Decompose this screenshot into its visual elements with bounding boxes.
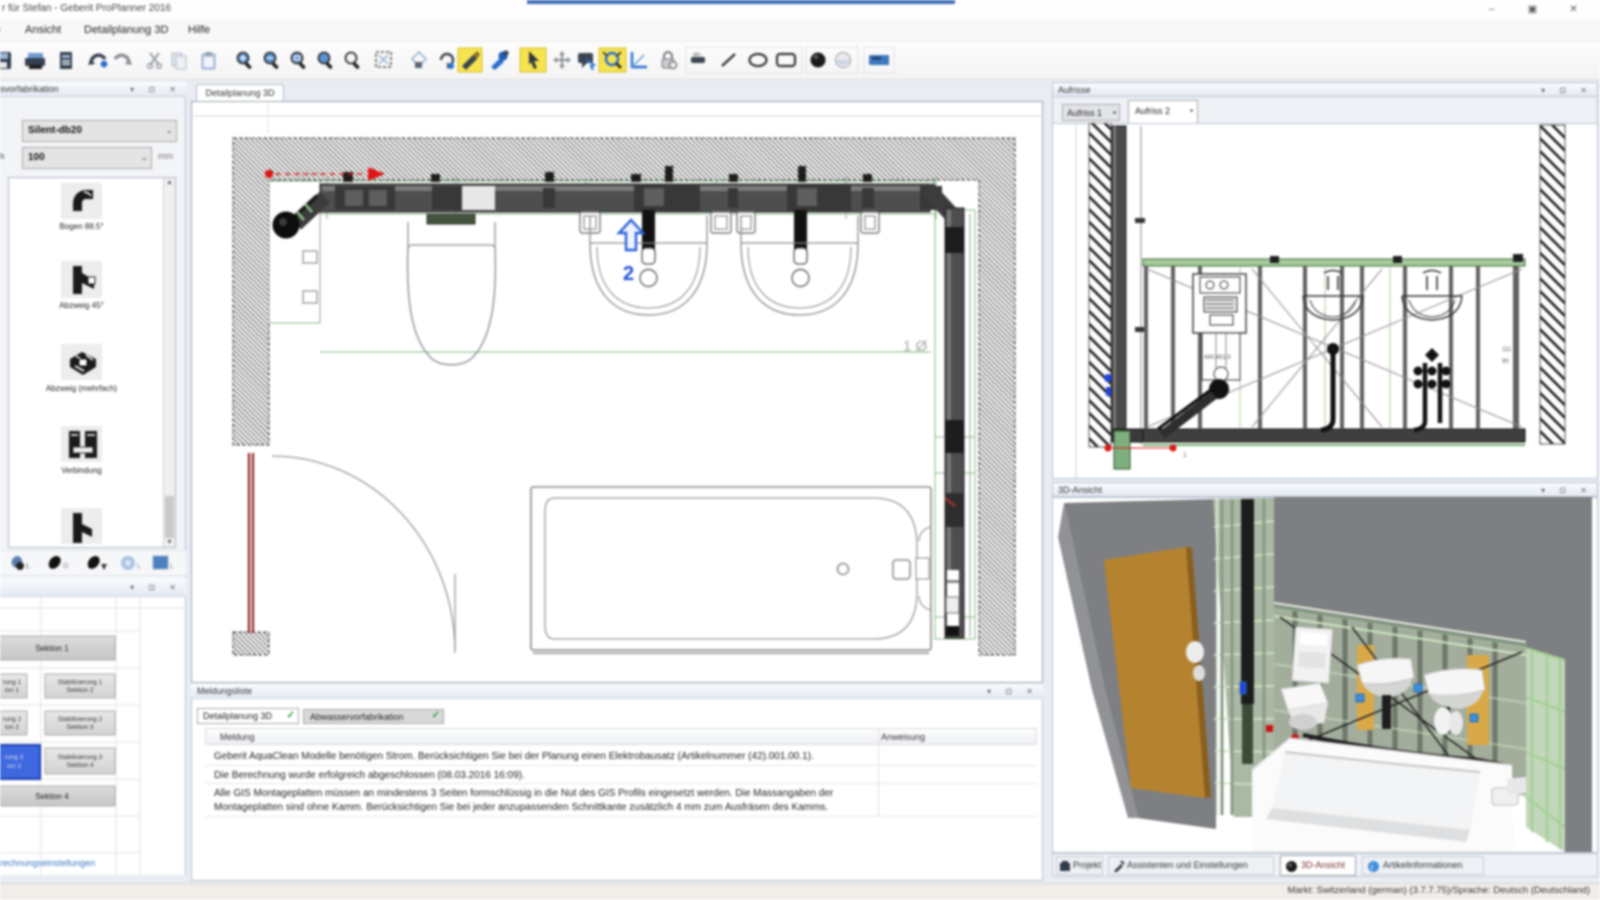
svg-text:ion 2: ion 2 — [5, 724, 19, 731]
svg-text:rung 1: rung 1 — [3, 679, 22, 686]
svg-text:Stabilisierung 2: Stabilisierung 2 — [58, 716, 103, 723]
svg-text:Sektion 4: Sektion 4 — [66, 762, 93, 769]
svg-text:ion 3: ion 3 — [7, 763, 21, 770]
svg-text:Sektion 2: Sektion 2 — [66, 687, 93, 694]
svg-text:O: O — [63, 563, 69, 570]
svg-text:rung 2: rung 2 — [3, 716, 22, 723]
svg-text:abc: abc — [693, 52, 702, 58]
svg-text:Stabilisierung 1: Stabilisierung 1 — [58, 679, 103, 686]
svg-text:L: L — [170, 563, 174, 570]
svg-text:rung 3: rung 3 — [5, 754, 24, 761]
svg-text:Sektion 3: Sektion 3 — [66, 724, 93, 731]
svg-text:Stabilisierung 3: Stabilisierung 3 — [58, 754, 103, 761]
svg-text:L: L — [137, 563, 141, 570]
svg-text:Sektion 1: Sektion 1 — [35, 644, 69, 653]
svg-text:ion 1: ion 1 — [5, 687, 19, 694]
svg-text:Sektion 4: Sektion 4 — [35, 792, 69, 801]
svg-text:440.461.0: 440.461.0 — [1204, 355, 1231, 361]
svg-text:1 Ø: 1 Ø — [903, 338, 928, 355]
svg-text:i: i — [1371, 862, 1373, 872]
svg-text:2: 2 — [623, 263, 634, 285]
svg-text:111: 111 — [1502, 347, 1512, 353]
svg-text:1: 1 — [1183, 452, 1187, 459]
svg-text:L: L — [26, 563, 30, 570]
svg-text:90: 90 — [1502, 359, 1509, 365]
